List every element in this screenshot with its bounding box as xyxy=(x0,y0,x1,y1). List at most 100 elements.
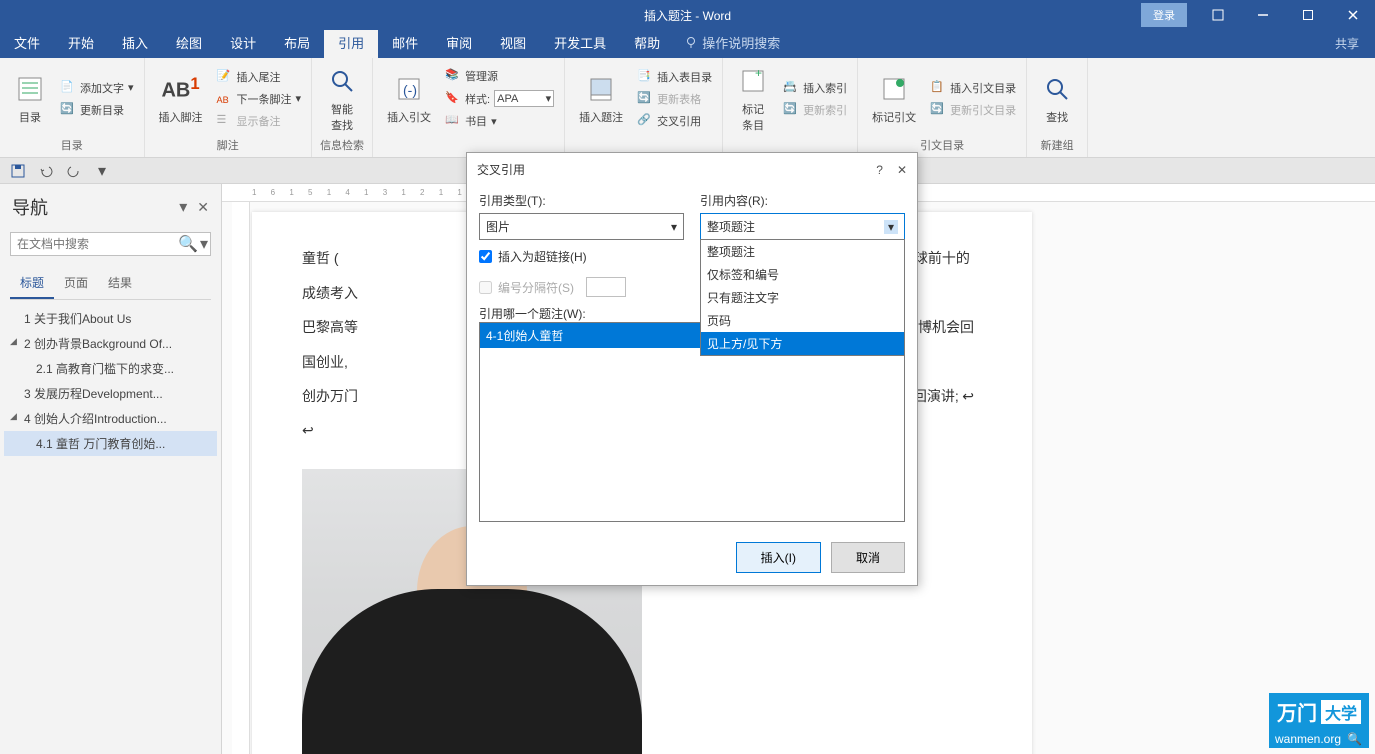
tab-视图[interactable]: 视图 xyxy=(486,27,540,58)
close-icon[interactable] xyxy=(1330,0,1375,30)
tab-邮件[interactable]: 邮件 xyxy=(378,27,432,58)
watermark: 万门大学 wanmen.org🔍 xyxy=(1269,693,1369,748)
update-toc-button[interactable]: 🔄更新目录 xyxy=(58,100,136,120)
help-icon[interactable]: ? xyxy=(876,163,883,177)
insert-index-button[interactable]: 📇插入索引 xyxy=(781,78,849,98)
nav-search-input[interactable] xyxy=(11,233,178,255)
show-notes-button[interactable]: ☰显示备注 xyxy=(215,111,304,131)
minimize-icon[interactable] xyxy=(1240,0,1285,30)
update-table-icon: 🔄 xyxy=(637,91,653,107)
insert-citation-button[interactable]: (-) 插入引文 xyxy=(381,62,437,135)
dropdown-option[interactable]: 仅标签和编号 xyxy=(701,263,904,286)
vertical-ruler[interactable] xyxy=(232,202,250,754)
tab-布局[interactable]: 布局 xyxy=(270,27,324,58)
find-button[interactable]: 查找 xyxy=(1035,62,1079,135)
nav-tab-页面[interactable]: 页面 xyxy=(54,268,98,299)
footnote-icon: AB1 xyxy=(165,73,197,105)
dialog-title: 交叉引用 xyxy=(477,161,525,178)
insert-toa-button[interactable]: 📋插入引文目录 xyxy=(928,78,1018,98)
save-icon[interactable] xyxy=(8,161,28,181)
menu-tabs: 文件开始插入绘图设计布局引用邮件审阅视图开发工具帮助 操作说明搜索 共享 xyxy=(0,30,1375,58)
search-icon xyxy=(326,65,358,97)
cross-reference-button[interactable]: 🔗交叉引用 xyxy=(635,111,714,131)
expand-caret-icon[interactable]: ◢ xyxy=(10,336,17,347)
style-select[interactable]: 🔖样式:APA▾ xyxy=(443,88,556,109)
smart-lookup-button[interactable]: 智能 查找 xyxy=(320,62,364,135)
insert-endnote-button[interactable]: 📝插入尾注 xyxy=(215,67,304,87)
group-label: 新建组 xyxy=(1035,135,1079,155)
ref-type-label: 引用类型(T): xyxy=(479,192,684,209)
index-icon: 📇 xyxy=(783,80,799,96)
login-button[interactable]: 登录 xyxy=(1141,3,1187,27)
svg-text:(-): (-) xyxy=(403,82,417,98)
toc-button[interactable]: 目录 xyxy=(8,62,52,135)
tab-开始[interactable]: 开始 xyxy=(54,27,108,58)
tab-绘图[interactable]: 绘图 xyxy=(162,27,216,58)
maximize-icon[interactable] xyxy=(1285,0,1330,30)
bibliography-button[interactable]: 📖书目 ▾ xyxy=(443,111,556,131)
tab-帮助[interactable]: 帮助 xyxy=(620,27,674,58)
dropdown-option[interactable]: 只有题注文字 xyxy=(701,286,904,309)
ref-content-label: 引用内容(R): xyxy=(700,192,905,209)
update-toa-button[interactable]: 🔄更新引文目录 xyxy=(928,100,1018,120)
qat-more-icon[interactable]: ▾ xyxy=(92,161,112,181)
update-toa-icon: 🔄 xyxy=(930,102,946,118)
update-table-button[interactable]: 🔄更新表格 xyxy=(635,89,714,109)
nav-heading-item[interactable]: 4.1 童哲 万门教育创始... xyxy=(4,431,217,456)
dropdown-option[interactable]: 页码 xyxy=(701,309,904,332)
tof-icon: 📑 xyxy=(637,69,653,85)
search-icon[interactable]: 🔍 xyxy=(178,233,198,255)
insert-hyperlink-checkbox[interactable]: 插入为超链接(H) xyxy=(479,244,684,269)
manage-sources-button[interactable]: 📚管理源 xyxy=(443,66,556,86)
tab-引用[interactable]: 引用 xyxy=(324,27,378,58)
mark-entry-icon: + xyxy=(737,65,769,97)
cancel-button[interactable]: 取消 xyxy=(831,542,905,573)
update-index-button[interactable]: 🔄更新索引 xyxy=(781,100,849,120)
separator-checkbox: 编号分隔符(S) xyxy=(479,273,684,301)
nav-tree: 1 关于我们About Us◢2 创办背景Background Of...2.1… xyxy=(0,300,221,462)
share-button[interactable]: 共享 xyxy=(1329,29,1365,58)
search-dropdown-icon[interactable]: ▾ xyxy=(198,233,210,255)
ref-content-select[interactable]: 整项题注 ▾ 整项题注仅标签和编号只有题注文字页码见上方/见下方 xyxy=(700,213,905,240)
biblio-icon: 📖 xyxy=(445,113,461,129)
update-index-icon: 🔄 xyxy=(783,102,799,118)
nav-heading-item[interactable]: 1 关于我们About Us xyxy=(4,306,217,331)
insert-table-of-figures-button[interactable]: 📑插入表目录 xyxy=(635,67,714,87)
tab-设计[interactable]: 设计 xyxy=(216,27,270,58)
next-footnote-button[interactable]: AB下一条脚注 ▾ xyxy=(215,89,304,109)
insert-button[interactable]: 插入(I) xyxy=(736,542,821,573)
undo-icon[interactable] xyxy=(36,161,56,181)
add-text-button[interactable]: 📄添加文字 ▾ xyxy=(58,78,136,98)
find-icon xyxy=(1041,73,1073,105)
insert-footnote-button[interactable]: AB1 插入脚注 xyxy=(153,62,209,135)
dialog-close-icon[interactable]: ✕ xyxy=(897,163,907,177)
tab-审阅[interactable]: 审阅 xyxy=(432,27,486,58)
nav-tab-标题[interactable]: 标题 xyxy=(10,268,54,299)
mark-entry-button[interactable]: + 标记 条目 xyxy=(731,62,775,135)
nav-heading-item[interactable]: 2.1 高教育门槛下的求变... xyxy=(4,356,217,381)
tell-me-search[interactable]: 操作说明搜索 xyxy=(674,27,790,58)
ribbon-options-icon[interactable] xyxy=(1195,0,1240,30)
nav-heading-item[interactable]: ◢4 创始人介绍Introduction... xyxy=(4,406,217,431)
tab-插入[interactable]: 插入 xyxy=(108,27,162,58)
crossref-icon: 🔗 xyxy=(637,113,653,129)
nav-close-icon[interactable]: ✕ xyxy=(197,199,209,216)
ribbon: 目录 📄添加文字 ▾ 🔄更新目录 目录 AB1 插入脚注 📝插入尾注 AB下一条… xyxy=(0,58,1375,158)
nav-tab-结果[interactable]: 结果 xyxy=(98,268,142,299)
cross-reference-dialog: 交叉引用 ? ✕ 引用类型(T): 图片 ▾ 插入为超链接(H) 编号分隔符(S… xyxy=(466,152,918,586)
insert-caption-button[interactable]: 插入题注 xyxy=(573,62,629,135)
expand-caret-icon[interactable]: ◢ xyxy=(10,411,17,422)
nav-heading-item[interactable]: 3 发展历程Development... xyxy=(4,381,217,406)
redo-icon[interactable] xyxy=(64,161,84,181)
dropdown-option[interactable]: 见上方/见下方 xyxy=(701,332,904,355)
nav-tabs: 标题页面结果 xyxy=(10,268,211,300)
dropdown-option[interactable]: 整项题注 xyxy=(701,240,904,263)
nav-search[interactable]: 🔍 ▾ xyxy=(10,232,211,256)
nav-heading-item[interactable]: ◢2 创办背景Background Of... xyxy=(4,331,217,356)
ref-type-select[interactable]: 图片 ▾ xyxy=(479,213,684,240)
show-notes-icon: ☰ xyxy=(217,113,233,129)
mark-citation-button[interactable]: 标记引文 xyxy=(866,62,922,135)
nav-dropdown-icon[interactable]: ▾ xyxy=(179,197,187,217)
tab-文件[interactable]: 文件 xyxy=(0,27,54,58)
tab-开发工具[interactable]: 开发工具 xyxy=(540,27,620,58)
